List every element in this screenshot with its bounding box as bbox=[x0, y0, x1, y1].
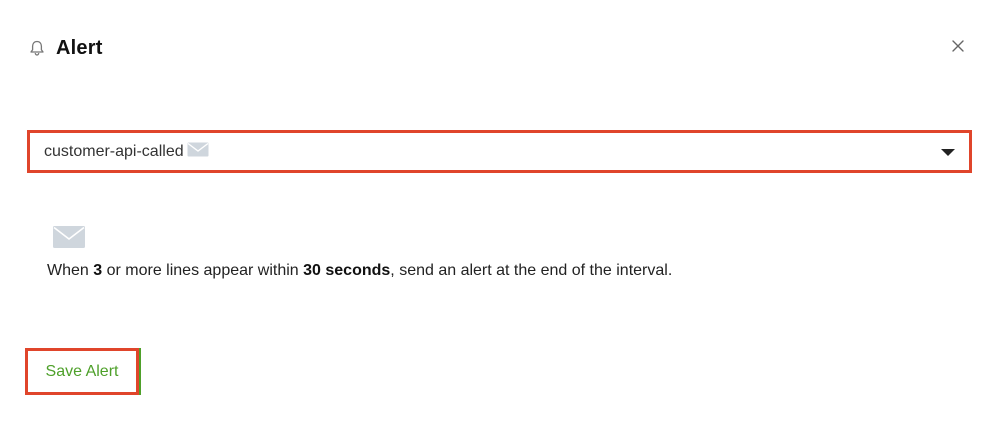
close-icon[interactable] bbox=[952, 39, 964, 57]
interval: 30 seconds bbox=[303, 262, 391, 279]
alert-description: When 3 or more lines appear within 30 se… bbox=[47, 262, 672, 280]
alert-select-value: customer-api-called bbox=[44, 142, 184, 160]
caret-down-icon[interactable] bbox=[941, 149, 955, 156]
description-part3: , send an alert at the end of the interv… bbox=[390, 262, 673, 279]
save-alert-button[interactable]: Save Alert bbox=[25, 348, 139, 395]
alert-select[interactable]: customer-api-called bbox=[27, 130, 972, 173]
mail-icon bbox=[53, 226, 85, 248]
dialog-header: Alert bbox=[28, 34, 103, 62]
close-button[interactable] bbox=[948, 38, 968, 58]
description-part1: When bbox=[47, 262, 94, 279]
mail-icon bbox=[187, 142, 209, 162]
description-part2: or more lines appear within bbox=[102, 262, 304, 279]
bell-icon bbox=[28, 39, 46, 57]
dialog-title: Alert bbox=[56, 36, 103, 59]
line-count: 3 bbox=[93, 262, 103, 279]
alert-dialog: Alert customer-api-called When 3 or more… bbox=[0, 0, 1006, 422]
